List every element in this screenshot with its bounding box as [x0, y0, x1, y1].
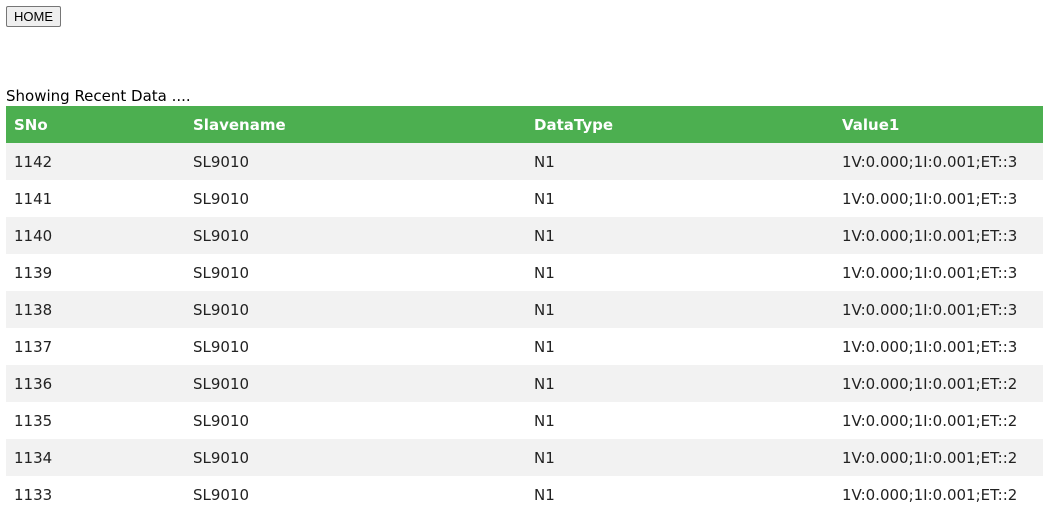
cell-slavename: SL9010	[185, 476, 526, 513]
table-row: 1134 SL9010 N1 1V:0.000;1I:0.001;ET::2	[6, 439, 1043, 476]
cell-value1: 1V:0.000;1I:0.001;ET::3	[834, 254, 1043, 291]
cell-sno: 1138	[6, 291, 185, 328]
cell-sno: 1140	[6, 217, 185, 254]
table-row: 1139 SL9010 N1 1V:0.000;1I:0.001;ET::3	[6, 254, 1043, 291]
table-row: 1141 SL9010 N1 1V:0.000;1I:0.001;ET::3	[6, 180, 1043, 217]
cell-slavename: SL9010	[185, 328, 526, 365]
cell-datatype: N1	[526, 328, 834, 365]
home-button[interactable]: HOME	[6, 6, 61, 27]
cell-slavename: SL9010	[185, 439, 526, 476]
cell-datatype: N1	[526, 365, 834, 402]
column-header-slavename: Slavename	[185, 106, 526, 143]
column-header-value1: Value1	[834, 106, 1043, 143]
table-row: 1133 SL9010 N1 1V:0.000;1I:0.001;ET::2	[6, 476, 1043, 513]
cell-value1: 1V:0.000;1I:0.001;ET::3	[834, 143, 1043, 180]
cell-slavename: SL9010	[185, 365, 526, 402]
cell-sno: 1133	[6, 476, 185, 513]
cell-value1: 1V:0.000;1I:0.001;ET::2	[834, 365, 1043, 402]
table-row: 1140 SL9010 N1 1V:0.000;1I:0.001;ET::3	[6, 217, 1043, 254]
cell-sno: 1139	[6, 254, 185, 291]
cell-sno: 1135	[6, 402, 185, 439]
cell-value1: 1V:0.000;1I:0.001;ET::2	[834, 439, 1043, 476]
table-row: 1137 SL9010 N1 1V:0.000;1I:0.001;ET::3	[6, 328, 1043, 365]
column-header-sno: SNo	[6, 106, 185, 143]
cell-datatype: N1	[526, 402, 834, 439]
cell-slavename: SL9010	[185, 180, 526, 217]
cell-slavename: SL9010	[185, 402, 526, 439]
cell-value1: 1V:0.000;1I:0.001;ET::3	[834, 291, 1043, 328]
cell-datatype: N1	[526, 291, 834, 328]
cell-sno: 1137	[6, 328, 185, 365]
cell-sno: 1136	[6, 365, 185, 402]
cell-sno: 1142	[6, 143, 185, 180]
column-header-datatype: DataType	[526, 106, 834, 143]
table-row: 1135 SL9010 N1 1V:0.000;1I:0.001;ET::2	[6, 402, 1043, 439]
cell-value1: 1V:0.000;1I:0.001;ET::3	[834, 217, 1043, 254]
table-row: 1136 SL9010 N1 1V:0.000;1I:0.001;ET::2	[6, 365, 1043, 402]
cell-slavename: SL9010	[185, 291, 526, 328]
cell-slavename: SL9010	[185, 143, 526, 180]
cell-sno: 1141	[6, 180, 185, 217]
cell-slavename: SL9010	[185, 254, 526, 291]
cell-datatype: N1	[526, 476, 834, 513]
cell-slavename: SL9010	[185, 217, 526, 254]
table-header-row: SNo Slavename DataType Value1	[6, 106, 1043, 143]
cell-value1: 1V:0.000;1I:0.001;ET::3	[834, 328, 1043, 365]
cell-datatype: N1	[526, 217, 834, 254]
cell-datatype: N1	[526, 143, 834, 180]
table-row: 1138 SL9010 N1 1V:0.000;1I:0.001;ET::3	[6, 291, 1043, 328]
data-table: SNo Slavename DataType Value1 1142 SL901…	[6, 106, 1043, 513]
cell-value1: 1V:0.000;1I:0.001;ET::3	[834, 180, 1043, 217]
cell-datatype: N1	[526, 439, 834, 476]
cell-sno: 1134	[6, 439, 185, 476]
status-text: Showing Recent Data ....	[6, 87, 191, 105]
cell-datatype: N1	[526, 254, 834, 291]
cell-value1: 1V:0.000;1I:0.001;ET::2	[834, 402, 1043, 439]
cell-datatype: N1	[526, 180, 834, 217]
table-row: 1142 SL9010 N1 1V:0.000;1I:0.001;ET::3	[6, 143, 1043, 180]
cell-value1: 1V:0.000;1I:0.001;ET::2	[834, 476, 1043, 513]
